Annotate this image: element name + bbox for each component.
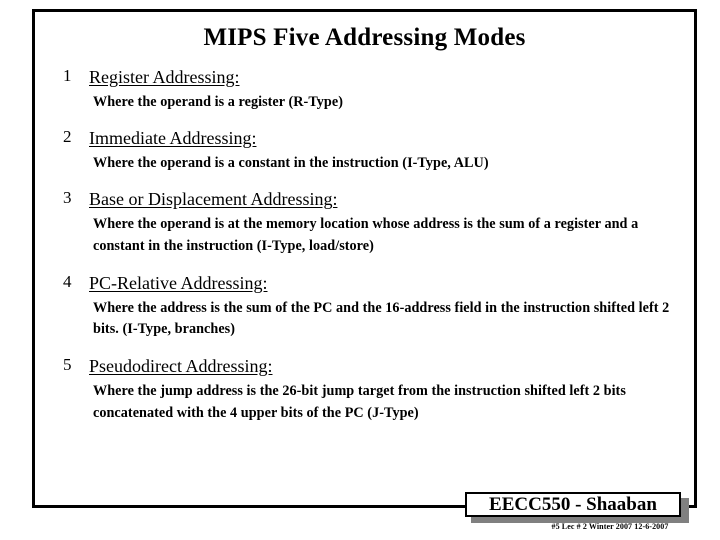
mode-number: 2 xyxy=(63,126,72,146)
mode-title: Pseudodirect Addressing: xyxy=(89,355,273,376)
mode-description: Where the operand is a constant in the i… xyxy=(93,154,489,171)
mode-description: Where the address is the sum of the PC a… xyxy=(93,299,670,338)
list-item: 2 Immediate Addressing: Where the operan… xyxy=(59,125,686,175)
list-item: 5 Pseudodirect Addressing: Where the jum… xyxy=(59,353,686,424)
mode-description: Where the operand is a register (R-Type) xyxy=(93,94,343,111)
mode-heading-5: 5 Pseudodirect Addressing: xyxy=(59,353,686,379)
badge-label: EECC550 - Shaaban xyxy=(465,492,681,517)
page-title: MIPS Five Addressing Modes xyxy=(203,24,526,51)
list-item: 1 Register Addressing: Where the operand… xyxy=(59,64,686,114)
mode-heading-1: 1 Register Addressing: xyxy=(59,64,686,90)
mode-number: 5 xyxy=(63,354,72,374)
mode-number: 4 xyxy=(63,271,72,291)
mode-title: Base or Displacement Addressing: xyxy=(89,189,338,210)
mode-title: Register Addressing: xyxy=(89,67,240,87)
mode-description: Where the jump address is the 26-bit jum… xyxy=(93,382,626,421)
mode-heading-4: 4 PC-Relative Addressing: xyxy=(59,270,686,296)
mode-heading-2: 2 Immediate Addressing: xyxy=(59,125,686,151)
mode-title: PC-Relative Addressing: xyxy=(89,272,268,293)
slide-frame: MIPS Five Addressing Modes 1 Register Ad… xyxy=(32,9,697,508)
mode-description: Where the operand is at the memory locat… xyxy=(93,216,639,255)
list-item: 3 Base or Displacement Addressing: Where… xyxy=(59,186,686,257)
mode-heading-3: 3 Base or Displacement Addressing: xyxy=(59,186,686,212)
footer-lecture-info: #5 Lec # 2 Winter 2007 12-6-2007 xyxy=(551,522,669,531)
mode-title: Immediate Addressing: xyxy=(89,127,257,148)
mode-number: 3 xyxy=(63,188,72,208)
mode-number: 1 xyxy=(63,66,72,85)
footer-badge: EECC550 - Shaaban xyxy=(465,492,689,523)
list-item: 4 PC-Relative Addressing: Where the addr… xyxy=(59,270,686,341)
addressing-modes-list: 1 Register Addressing: Where the operand… xyxy=(35,64,700,426)
